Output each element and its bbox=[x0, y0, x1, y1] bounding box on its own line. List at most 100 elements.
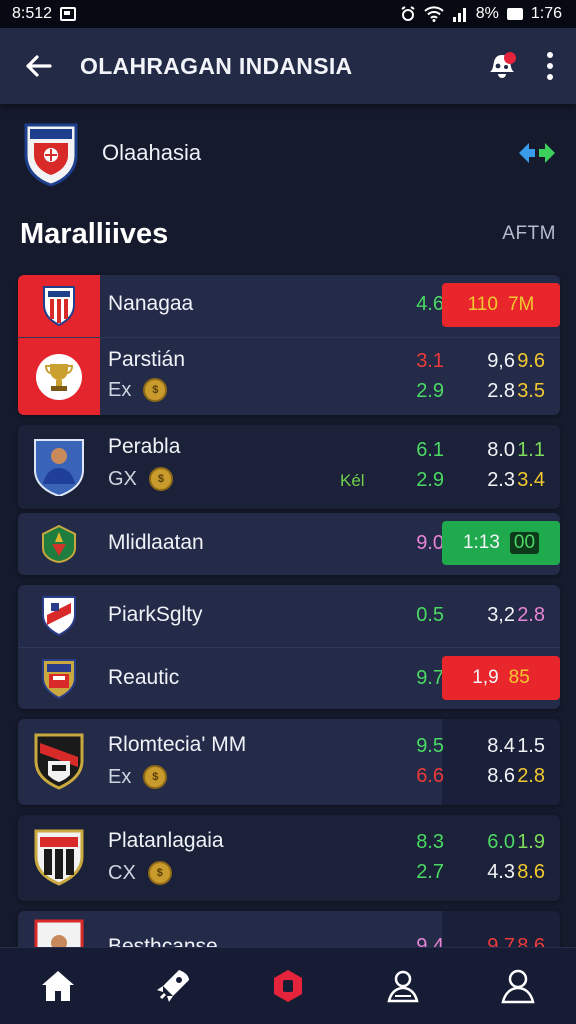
odds-value: 9.6 bbox=[517, 350, 545, 372]
nav-users[interactable] bbox=[371, 954, 435, 1018]
team-crest bbox=[18, 285, 100, 327]
status-clock-right: 1:76 bbox=[530, 5, 562, 22]
odds-value: 9.7 bbox=[416, 667, 444, 689]
league-header[interactable]: Olaahasia bbox=[22, 118, 558, 188]
team-crest bbox=[18, 438, 100, 496]
odds-value: 6.1 bbox=[416, 439, 444, 461]
odds-value: 8.3 bbox=[416, 831, 444, 853]
live-icon bbox=[273, 970, 302, 1002]
score-pill[interactable]: 110 7M bbox=[442, 283, 560, 327]
odds-value: 2.9 bbox=[416, 380, 444, 402]
match-row[interactable]: Perabla GX $ Kél 6.1 2.9 8.0 2.3 1.1 3.4 bbox=[18, 425, 560, 509]
nav-rocket[interactable] bbox=[141, 954, 205, 1018]
odds-value: 2.8 bbox=[517, 604, 545, 626]
back-button[interactable] bbox=[20, 48, 56, 84]
team-tag: CX bbox=[108, 861, 136, 884]
team-name: Mlidlaatan bbox=[108, 531, 204, 554]
profile-icon bbox=[501, 969, 535, 1004]
league-switch-button[interactable] bbox=[516, 138, 558, 168]
team-tag: Ex bbox=[108, 765, 132, 788]
more-dot bbox=[547, 63, 553, 69]
bottom-nav bbox=[0, 947, 576, 1024]
app-title: OLAHRAGAN INDANSIA bbox=[80, 52, 353, 79]
team-shield-icon bbox=[42, 658, 76, 699]
odds-value: 4.6 bbox=[416, 293, 444, 315]
match-card[interactable]: Rlomtecia' MM Ex $ 9.5 6.6 8.4 8.6 1.5 2.… bbox=[18, 719, 560, 805]
team-name: Reautic bbox=[108, 666, 180, 689]
match-card[interactable]: Nanagaa 4.6 110 7M Parstián Ex $ 3.1 2.9 … bbox=[18, 275, 560, 415]
match-row[interactable]: Reautic 9.7 1,9 85 bbox=[18, 647, 560, 709]
team-name: PiarkSglty bbox=[108, 603, 203, 626]
team-shield-icon bbox=[43, 286, 75, 327]
odds-value: 9.0 bbox=[416, 532, 444, 554]
rocket-icon bbox=[156, 970, 189, 1002]
team-crest bbox=[18, 353, 100, 401]
team-tag: Ex bbox=[108, 378, 132, 401]
nav-profile[interactable] bbox=[486, 954, 550, 1018]
app-bar: OLAHRAGAN INDANSIA bbox=[0, 28, 576, 104]
team-crest bbox=[18, 829, 100, 887]
team-name: Platanlagaia bbox=[108, 829, 224, 852]
match-row[interactable]: Rlomtecia' MM Ex $ 9.5 6.6 8.4 8.6 1.5 2.… bbox=[18, 719, 560, 805]
coin-icon: $ bbox=[147, 861, 172, 885]
trophy-icon bbox=[36, 353, 82, 400]
team-name: Perabla bbox=[108, 435, 181, 458]
arrow-left-icon bbox=[26, 55, 52, 77]
coin-icon: $ bbox=[143, 378, 168, 402]
match-row[interactable]: Nanagaa 4.6 110 7M bbox=[18, 275, 560, 337]
wifi-icon bbox=[424, 6, 444, 22]
team-shield-icon bbox=[34, 733, 84, 790]
match-card[interactable]: Mlidlaatan 9.0 1:13 00 bbox=[18, 513, 560, 575]
switch-arrows-icon bbox=[519, 143, 555, 163]
score-pill[interactable]: 1:13 00 bbox=[442, 521, 560, 565]
league-crest-icon bbox=[24, 123, 78, 187]
odds-value: 1.9 bbox=[517, 831, 545, 853]
section-title: Maralliives bbox=[20, 217, 169, 250]
odds-value: 8.6 bbox=[517, 861, 545, 883]
match-card[interactable]: Perabla GX $ Kél 6.1 2.9 8.0 2.3 1.1 3.4 bbox=[18, 425, 560, 509]
more-dot bbox=[547, 52, 553, 58]
status-time: 8:512 bbox=[12, 5, 53, 22]
match-list: Nanagaa 4.6 110 7M Parstián Ex $ 3.1 2.9 … bbox=[18, 275, 560, 981]
signal-icon bbox=[452, 8, 466, 22]
team-name: Rlomtecia' MM bbox=[108, 733, 247, 756]
score-pill[interactable]: 1,9 85 bbox=[442, 656, 560, 700]
coin-icon: $ bbox=[148, 467, 173, 491]
odds-value: 2.8 bbox=[517, 765, 545, 787]
pill-value: 85 bbox=[508, 667, 530, 688]
match-row[interactable]: Mlidlaatan 9.0 1:13 00 bbox=[18, 513, 560, 575]
coin-icon: $ bbox=[143, 765, 168, 789]
match-card[interactable]: Platanlagaia CX $ 8.3 2.7 6.0 4.3 1.9 8.6 bbox=[18, 815, 560, 901]
notification-button[interactable] bbox=[482, 46, 522, 86]
pill-value: 7M bbox=[507, 294, 535, 315]
match-row[interactable]: Parstián Ex $ 3.1 2.9 9,6 2.8 9.6 3.5 bbox=[18, 337, 560, 415]
section-header: Maralliives AFTM bbox=[20, 210, 556, 258]
odds-value: 3.5 bbox=[517, 380, 545, 402]
odds-value: 9.5 bbox=[416, 735, 444, 757]
team-shield-icon bbox=[42, 596, 76, 637]
match-row[interactable]: Platanlagaia CX $ 8.3 2.7 6.0 4.3 1.9 8.6 bbox=[18, 815, 560, 901]
team-crest bbox=[18, 524, 100, 564]
nav-home[interactable] bbox=[26, 954, 90, 1018]
section-more-link[interactable]: AFTM bbox=[502, 223, 556, 245]
match-row[interactable]: PiarkSglty 0.5 3,2 2.8 bbox=[18, 585, 560, 647]
team-crest bbox=[18, 658, 100, 700]
match-card[interactable]: PiarkSglty 0.5 3,2 2.8 Reautic 9.7 1,9 8… bbox=[18, 585, 560, 709]
odds-value: 6.6 bbox=[416, 765, 444, 787]
user-group-icon bbox=[387, 970, 419, 1003]
screenshot-icon bbox=[60, 7, 77, 21]
more-options-button[interactable] bbox=[540, 46, 560, 86]
team-crest bbox=[18, 733, 100, 791]
odds-value: 3.4 bbox=[517, 469, 545, 491]
alarm-icon bbox=[401, 6, 415, 21]
odds-value: 3.1 bbox=[416, 350, 444, 372]
pill-value: 00 bbox=[509, 532, 540, 554]
battery-percent: 8% bbox=[475, 5, 499, 22]
nav-live[interactable] bbox=[256, 954, 320, 1018]
market-tag: Kél bbox=[340, 471, 365, 490]
more-dot bbox=[547, 74, 553, 80]
odds-value: 2.7 bbox=[416, 861, 444, 883]
team-name: Nanagaa bbox=[108, 292, 194, 315]
team-shield-icon bbox=[34, 829, 84, 886]
notification-dot bbox=[504, 52, 516, 64]
